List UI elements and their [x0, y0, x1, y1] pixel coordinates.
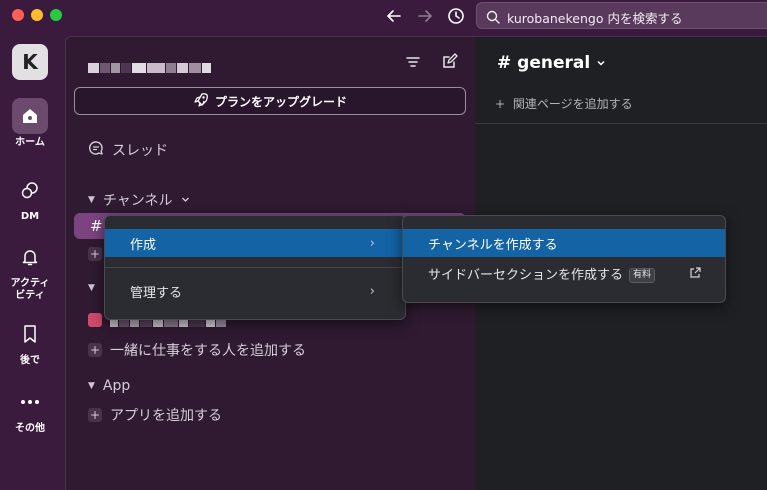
rail-label-home: ホーム [15, 137, 45, 148]
external-link-icon [689, 267, 701, 283]
dm-icon [12, 172, 48, 208]
create-submenu: チャンネルを作成する サイドバーセクションを作成する 有料 [402, 215, 726, 303]
caret-down-icon: ▼ [88, 283, 95, 293]
channels-section-label: チャンネル [102, 193, 173, 209]
rail-item-home[interactable]: ホーム [0, 98, 60, 149]
rail-item-dm[interactable]: DM [0, 172, 60, 223]
menu-item-create-section[interactable]: サイドバーセクションを作成する 有料 [403, 259, 725, 287]
search-input[interactable]: kurobanekengo 内を検索する [476, 2, 767, 29]
rail-label-dm: DM [20, 211, 40, 222]
rail-item-later[interactable]: 後で [0, 316, 60, 367]
sidebar-item-threads[interactable]: スレッド [88, 140, 168, 160]
workspace-rail: K ホーム DM アクティ ビティ 後で その他 [0, 36, 65, 490]
channel-name: # general [497, 53, 591, 73]
channels-section-header[interactable]: ▼ チャンネル [88, 190, 190, 210]
workspace-switcher[interactable]: K [12, 44, 48, 80]
back-arrow-icon[interactable] [382, 4, 406, 28]
forward-arrow-icon[interactable] [413, 4, 437, 28]
menu-item-create-channel-label: チャンネルを作成する [428, 237, 558, 253]
chevron-right-icon: › [369, 235, 375, 251]
menu-divider [105, 267, 405, 268]
bookmark-icon [12, 316, 48, 352]
avatar [88, 313, 102, 327]
more-icon [12, 384, 48, 420]
app-section-header[interactable]: ▼ App [88, 378, 130, 394]
title-bar: kurobanekengo 内を検索する [0, 0, 767, 36]
rail-label-later: 後で [20, 355, 40, 366]
add-teammates-label: 一緒に仕事をする人を追加する [110, 343, 306, 359]
add-teammates-row[interactable]: + 一緒に仕事をする人を追加する [88, 340, 306, 360]
menu-item-create-section-text: サイドバーセクションを作成する 有料 [428, 264, 656, 283]
close-window-button[interactable] [12, 9, 24, 21]
add-channel-row[interactable]: + [88, 247, 102, 261]
threads-icon [88, 140, 104, 160]
plus-icon: + [88, 408, 102, 422]
minimize-window-button[interactable] [31, 9, 43, 21]
add-bookmark-button[interactable]: + 関連ページを追加する [495, 95, 633, 112]
rail-item-activity[interactable]: アクティ ビティ [0, 239, 60, 302]
rocket-icon [193, 92, 209, 111]
add-apps-label: アプリを追加する [110, 408, 222, 424]
filter-icon[interactable] [405, 54, 421, 74]
chevron-right-icon: › [369, 283, 375, 299]
threads-label: スレッド [112, 143, 168, 159]
home-icon [12, 98, 48, 134]
chevron-down-icon [181, 192, 190, 208]
plus-icon: + [88, 343, 102, 357]
bell-icon [12, 239, 48, 275]
add-bookmark-label: 関連ページを追加する [512, 97, 633, 111]
upgrade-plan-label: プランをアップグレード [214, 94, 347, 109]
menu-item-manage-label: 管理する [130, 285, 183, 301]
chevron-down-icon [596, 53, 606, 73]
search-text: kurobanekengo 内を検索する [507, 11, 683, 26]
upgrade-plan-button[interactable]: プランをアップグレード [74, 87, 466, 115]
context-menu: 作成 › 管理する › [104, 215, 406, 320]
plus-icon: + [88, 247, 102, 261]
menu-item-create[interactable]: 作成 › [105, 229, 405, 257]
workspace-name-redacted[interactable] [88, 58, 212, 73]
caret-down-icon: ▼ [88, 381, 95, 391]
menu-item-create-channel[interactable]: チャンネルを作成する [403, 229, 725, 257]
plus-icon: + [495, 97, 506, 111]
menu-item-create-section-label: サイドバーセクションを作成する [428, 267, 624, 283]
zoom-window-button[interactable] [50, 9, 62, 21]
rail-label-activity: アクティ ビティ [10, 278, 50, 301]
menu-item-manage[interactable]: 管理する › [105, 277, 405, 305]
add-apps-row[interactable]: + アプリを追加する [88, 405, 222, 425]
channel-header-button[interactable]: # general [497, 53, 606, 73]
search-icon [486, 9, 500, 28]
hash-icon: # [90, 217, 103, 235]
header-divider [475, 123, 767, 124]
history-clock-icon[interactable] [444, 4, 468, 28]
paid-badge: 有料 [629, 267, 656, 283]
compose-icon[interactable] [441, 53, 458, 74]
app-section-label: App [102, 378, 131, 394]
caret-down-icon: ▼ [88, 195, 95, 205]
menu-item-create-label: 作成 [130, 237, 157, 253]
rail-item-more[interactable]: その他 [0, 384, 60, 435]
dm-section-header[interactable]: ▼ [88, 283, 95, 293]
rail-label-more: その他 [15, 423, 45, 434]
